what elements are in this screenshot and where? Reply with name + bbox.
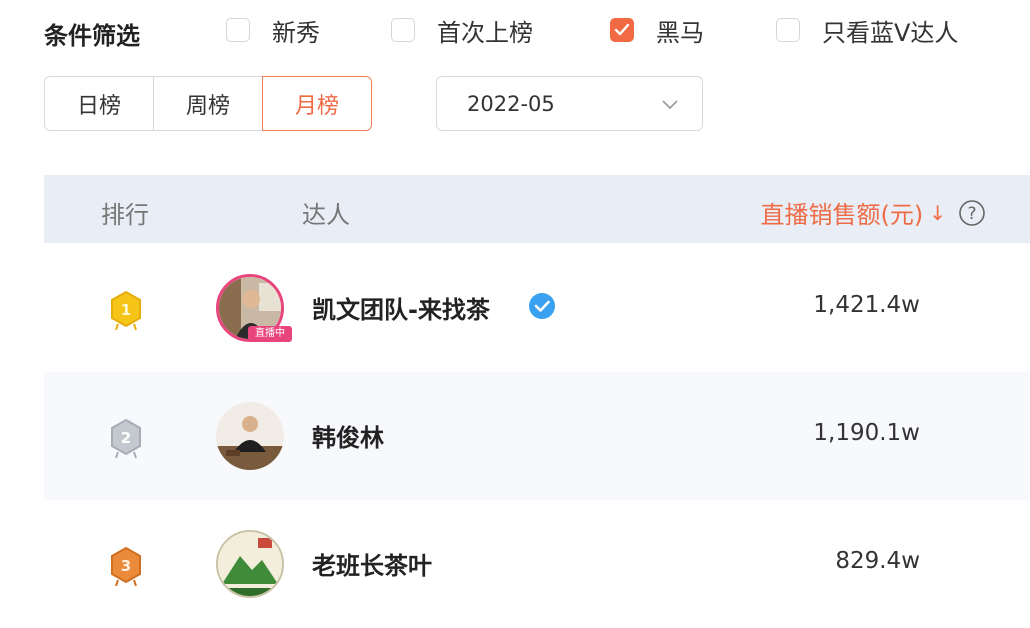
filter-dark-horse-checkbox[interactable]: 黑马 <box>610 14 704 47</box>
table-row[interactable]: 2 韩俊林 1,190.1w <box>44 372 1030 500</box>
header-rank: 排行 <box>101 201 149 229</box>
live-badge: 直播中 <box>248 326 292 342</box>
bronze-medal-icon: 3 <box>111 546 141 586</box>
gold-medal-icon: 1 <box>111 290 141 330</box>
header-sales-sort[interactable]: 直播销售额(元) ↓ ? <box>761 195 987 230</box>
influencer-name[interactable]: 韩俊林 <box>312 418 384 453</box>
checkbox-checked[interactable] <box>610 18 634 42</box>
filter-rookie-label: 新秀 <box>272 18 320 47</box>
filter-bar: 条件筛选 新秀 首次上榜 黑马 只看蓝V达人 <box>44 10 1004 50</box>
filter-dark-horse-label: 黑马 <box>656 18 704 47</box>
svg-text:2: 2 <box>121 429 131 447</box>
sales-amount: 1,421.4w <box>813 292 920 318</box>
influencer-name[interactable]: 凯文团队-来找茶 <box>312 290 490 325</box>
arrow-down-icon[interactable]: ↓ <box>929 201 946 225</box>
svg-text:?: ? <box>967 204 976 224</box>
table-header: 排行 达人 直播销售额(元) ↓ ? <box>44 175 1030 243</box>
influencer-name[interactable]: 老班长茶叶 <box>312 546 432 581</box>
svg-text:1: 1 <box>121 301 131 319</box>
svg-text:3: 3 <box>121 557 131 575</box>
filter-first-time-checkbox[interactable]: 首次上榜 <box>391 14 533 47</box>
sales-amount: 1,190.1w <box>813 420 920 446</box>
avatar-image <box>218 532 282 596</box>
avatar-image <box>216 402 284 470</box>
tab-monthly[interactable]: 月榜 <box>262 76 372 131</box>
check-icon <box>614 23 630 36</box>
filter-title: 条件筛选 <box>44 22 140 50</box>
checkbox-box[interactable] <box>391 18 415 42</box>
sales-amount: 829.4w <box>835 548 920 574</box>
verified-badge-icon <box>529 293 555 319</box>
avatar[interactable] <box>216 402 284 470</box>
header-sales[interactable]: 直播销售额(元) <box>761 195 924 230</box>
header-influencer: 达人 <box>302 201 350 229</box>
month-select-value: 2022-05 <box>467 91 555 116</box>
filter-rookie-checkbox[interactable]: 新秀 <box>226 14 320 47</box>
table-row[interactable]: 1 直播中 凯文团队-来找茶 1,421.4w <box>44 244 1030 372</box>
avatar[interactable] <box>216 530 284 598</box>
filter-blue-v-checkbox[interactable]: 只看蓝V达人 <box>776 14 959 47</box>
filter-blue-v-label: 只看蓝V达人 <box>822 18 959 47</box>
tab-daily[interactable]: 日榜 <box>44 76 154 131</box>
filter-first-time-label: 首次上榜 <box>437 18 533 47</box>
question-circle-icon[interactable]: ? <box>958 199 986 227</box>
checkbox-box[interactable] <box>226 18 250 42</box>
period-tabs: 日榜 周榜 月榜 <box>44 76 372 131</box>
month-select[interactable]: 2022-05 <box>436 76 703 131</box>
tab-weekly[interactable]: 周榜 <box>153 76 263 131</box>
silver-medal-icon: 2 <box>111 418 141 458</box>
table-row[interactable]: 3 老班长茶叶 829.4w <box>44 500 1030 628</box>
chevron-down-icon <box>662 100 678 110</box>
leaderboard-page: 条件筛选 新秀 首次上榜 黑马 只看蓝V达人 日榜 周榜 月榜 2022-05 … <box>0 0 1030 624</box>
checkbox-box[interactable] <box>776 18 800 42</box>
